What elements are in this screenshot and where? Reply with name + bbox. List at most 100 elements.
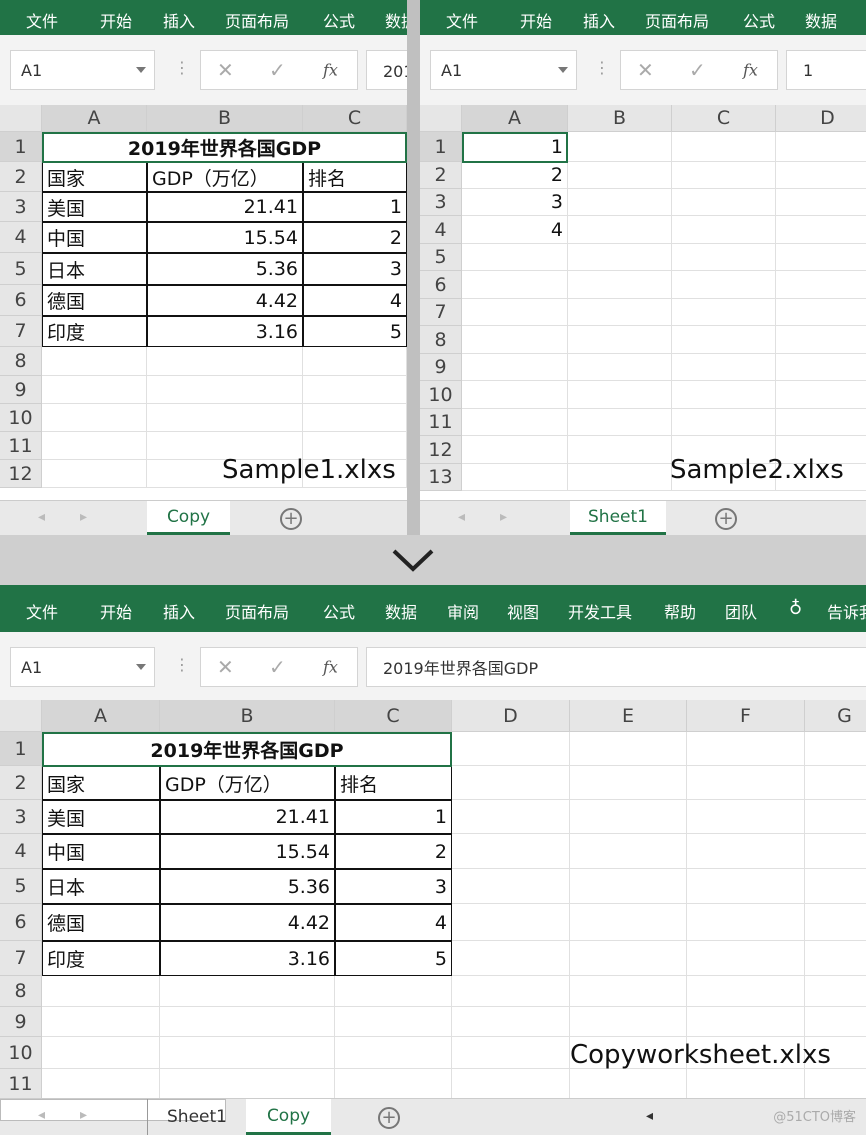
insert-function-icon[interactable]: fx [323, 61, 338, 80]
table-cell[interactable]: 1 [335, 800, 452, 834]
row-header[interactable]: 10 [0, 404, 42, 432]
column-header[interactable]: C [335, 700, 452, 732]
ribbon-tab[interactable]: 审阅 [447, 599, 479, 623]
cell[interactable] [687, 976, 805, 1007]
cell[interactable] [462, 326, 568, 354]
row-header[interactable]: 7 [420, 299, 462, 326]
cell[interactable] [147, 347, 303, 376]
cell[interactable] [462, 354, 568, 381]
cell[interactable] [303, 347, 407, 376]
table-cell[interactable]: 印度 [42, 941, 160, 976]
table-title-cell[interactable]: 2019年世界各国GDP [42, 732, 452, 766]
cell[interactable] [687, 1007, 805, 1037]
cell[interactable] [570, 904, 687, 941]
ribbon-tab[interactable]: 页面布局 [645, 8, 709, 32]
scroll-right-icon[interactable]: ▸ [80, 509, 87, 525]
row-header[interactable]: 11 [0, 432, 42, 460]
scroll-left-icon[interactable]: ◂ [38, 1107, 45, 1123]
cell[interactable] [570, 941, 687, 976]
cell[interactable] [776, 271, 866, 299]
cell[interactable] [687, 834, 805, 869]
cell[interactable] [568, 162, 672, 189]
cell[interactable] [452, 834, 570, 869]
value-cell[interactable]: 2 [462, 162, 568, 189]
ribbon-tab[interactable]: 视图 [507, 599, 539, 623]
row-header[interactable]: 2 [0, 162, 42, 192]
cell[interactable] [452, 976, 570, 1007]
cell[interactable] [42, 376, 147, 404]
cell[interactable] [805, 732, 866, 766]
row-header[interactable]: 12 [0, 460, 42, 488]
cell[interactable] [568, 132, 672, 162]
cell[interactable] [805, 869, 866, 904]
insert-function-icon[interactable]: fx [743, 61, 758, 80]
cell[interactable] [568, 409, 672, 436]
cell[interactable] [568, 326, 672, 354]
table-cell[interactable]: 3 [335, 869, 452, 904]
cell[interactable] [42, 1069, 160, 1100]
value-cell[interactable]: 3 [462, 189, 568, 216]
table-title-cell[interactable]: 2019年世界各国GDP [42, 132, 407, 162]
cell[interactable] [147, 404, 303, 432]
row-header[interactable]: 7 [0, 941, 42, 976]
table-cell[interactable]: 2 [303, 222, 407, 253]
select-all-corner[interactable] [0, 700, 42, 732]
add-sheet-icon[interactable]: + [715, 507, 737, 530]
table-cell[interactable]: 15.54 [147, 222, 303, 253]
cell[interactable] [672, 326, 776, 354]
row-header[interactable]: 3 [0, 800, 42, 834]
cancel-icon[interactable]: ✕ [637, 58, 654, 82]
row-header[interactable]: 1 [0, 132, 42, 162]
formula-input[interactable]: 2019年世界各国GDP [366, 50, 407, 90]
row-header[interactable]: 5 [0, 253, 42, 285]
cell[interactable] [452, 904, 570, 941]
cell[interactable] [42, 1037, 160, 1069]
cell[interactable] [42, 404, 147, 432]
add-sheet-icon[interactable]: + [378, 1106, 400, 1129]
cell[interactable] [160, 1037, 335, 1069]
column-label-cell[interactable]: GDP（万亿） [147, 162, 303, 192]
cell[interactable] [452, 1069, 570, 1100]
cell[interactable] [452, 941, 570, 976]
ribbon-tab[interactable]: 帮助 [664, 599, 696, 623]
insert-function-icon[interactable]: fx [323, 658, 338, 677]
ribbon-tab[interactable]: 插入 [163, 8, 195, 32]
column-header[interactable]: C [672, 105, 776, 132]
cell[interactable] [570, 766, 687, 800]
cell[interactable] [568, 464, 672, 491]
row-header[interactable]: 4 [0, 834, 42, 869]
ribbon-tab[interactable]: 数据 [385, 599, 417, 623]
scroll-left-icon[interactable]: ◂ [458, 509, 465, 525]
table-cell[interactable]: 中国 [42, 834, 160, 869]
cell[interactable] [776, 299, 866, 326]
column-header[interactable]: E [570, 700, 687, 732]
cell[interactable] [672, 244, 776, 271]
cell[interactable] [452, 1037, 570, 1069]
cell[interactable] [776, 326, 866, 354]
cell[interactable] [672, 381, 776, 409]
cell[interactable] [776, 216, 866, 244]
cell[interactable] [147, 376, 303, 404]
cell[interactable] [776, 409, 866, 436]
chevron-down-icon[interactable] [136, 664, 146, 670]
cell[interactable] [568, 216, 672, 244]
cell[interactable] [672, 189, 776, 216]
cell[interactable] [805, 834, 866, 869]
chevron-down-icon[interactable] [136, 67, 146, 73]
cell[interactable] [42, 1007, 160, 1037]
ribbon-tab[interactable]: 文件 [26, 8, 58, 32]
scroll-left-icon[interactable]: ◂ [38, 509, 45, 525]
table-cell[interactable]: 美国 [42, 192, 147, 222]
row-header[interactable]: 5 [420, 244, 462, 271]
cell[interactable] [776, 132, 866, 162]
column-header[interactable]: B [160, 700, 335, 732]
value-cell[interactable]: 1 [462, 132, 568, 162]
sheet-tab-sheet1[interactable]: Sheet1 [147, 1099, 246, 1135]
table-cell[interactable]: 5 [335, 941, 452, 976]
table-cell[interactable]: 中国 [42, 222, 147, 253]
cell[interactable] [805, 941, 866, 976]
row-header[interactable]: 3 [0, 192, 42, 222]
ribbon-tab[interactable]: 页面布局 [225, 8, 289, 32]
row-header[interactable]: 8 [0, 347, 42, 376]
cell[interactable] [805, 976, 866, 1007]
